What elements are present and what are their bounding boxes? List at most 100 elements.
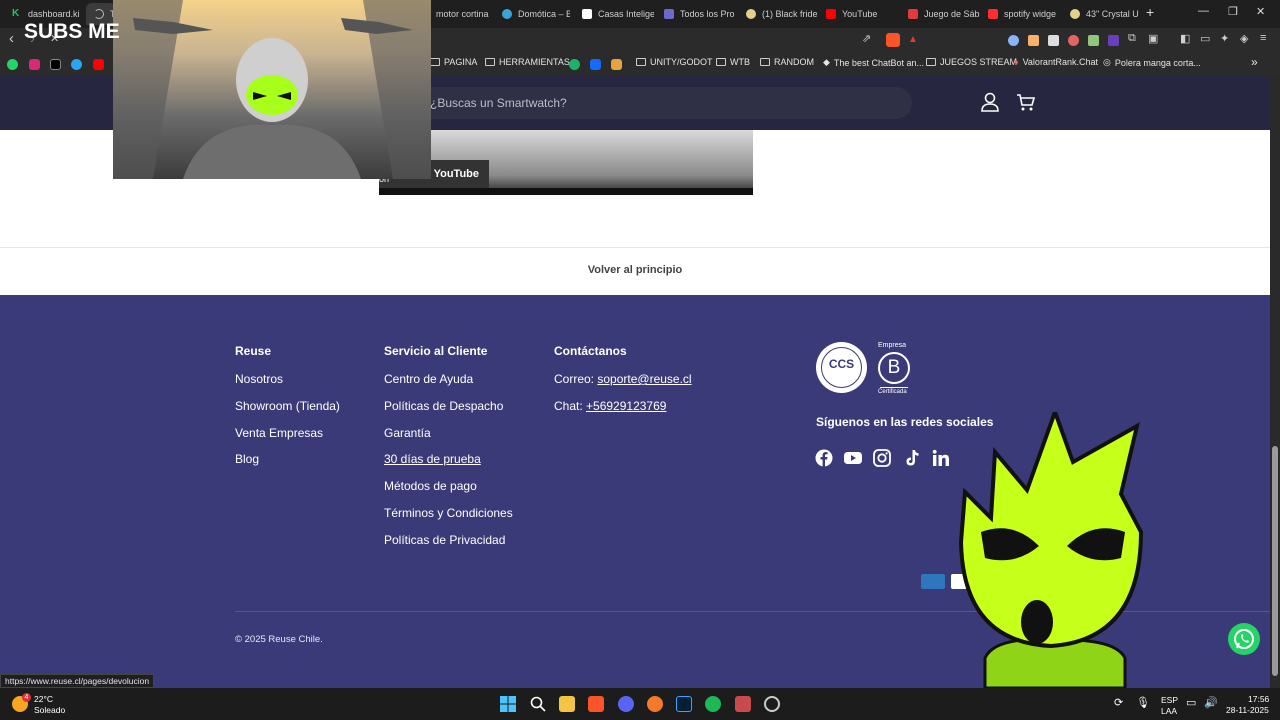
behance-icon[interactable] xyxy=(590,59,601,70)
youtube-label: YouTube xyxy=(433,168,479,180)
file-explorer-icon[interactable] xyxy=(559,696,575,712)
menu-icon[interactable]: ≡ xyxy=(1260,32,1266,44)
bookmark-herramientas[interactable]: HERRAMIENTAS xyxy=(485,57,570,67)
tab-domotica[interactable]: Domótica – B xyxy=(494,3,570,25)
whatsapp-icon[interactable] xyxy=(7,59,18,70)
tiktok-icon[interactable] xyxy=(903,449,923,469)
youtube-embed[interactable]: Watch on YouTube xyxy=(379,130,753,195)
search-placeholder: ¿Buscas un Smartwatch? xyxy=(430,96,567,110)
brave-shield-icon[interactable] xyxy=(886,33,900,47)
footer-col-reuse: Reuse Nosotros Showroom (Tienda) Venta E… xyxy=(235,344,340,478)
leo-ai-icon[interactable]: ✦ xyxy=(1220,32,1229,45)
weather-widget[interactable]: 4 22°C Soleado xyxy=(8,692,68,716)
obs-icon[interactable] xyxy=(764,696,780,712)
sidebar-icon[interactable]: ◧ xyxy=(1180,32,1190,45)
volume-icon[interactable]: 🔊 xyxy=(1204,696,1218,710)
footer-link-venta-empresas[interactable]: Venta Empresas xyxy=(235,425,340,452)
discord-icon[interactable] xyxy=(618,696,634,712)
extension-icon[interactable] xyxy=(1008,35,1019,46)
sync-icon[interactable]: ⟳ xyxy=(1114,696,1128,710)
page-scrollbar[interactable] xyxy=(1270,76,1280,688)
bookmark-juegos-stream[interactable]: JUEGOS STREAM xyxy=(926,57,1017,67)
chat-label: Chat: xyxy=(554,398,587,413)
bookmark-random[interactable]: RANDOM xyxy=(760,57,814,67)
footer-link-warranty[interactable]: Garantía xyxy=(384,425,513,452)
footer-link-help-center[interactable]: Centro de Ayuda xyxy=(384,371,513,398)
youtube-icon[interactable] xyxy=(93,59,104,70)
extension-icon[interactable] xyxy=(1068,35,1079,46)
reader-icon[interactable]: ▣ xyxy=(1148,32,1158,45)
bookmark-site-icon[interactable] xyxy=(569,59,580,70)
tab-motor-cortina[interactable]: motor cortina xyxy=(428,3,494,25)
instagram-icon[interactable] xyxy=(873,449,893,469)
tab-label: YouTube xyxy=(842,9,878,19)
bookmark-wtb[interactable]: WTB xyxy=(716,57,750,67)
more-bookmarks-button[interactable]: » xyxy=(1251,55,1258,69)
tab-black-friday[interactable]: (1) Black fride xyxy=(738,3,818,25)
account-icon[interactable] xyxy=(980,92,1000,117)
bookmark-chatbot[interactable]: ◆ The best ChatBot an... xyxy=(823,57,924,68)
spotify-icon[interactable] xyxy=(705,696,721,712)
clock-date[interactable]: 28-11-2025 xyxy=(1226,705,1269,715)
app-icon[interactable] xyxy=(735,696,751,712)
instagram-icon[interactable] xyxy=(29,59,40,70)
linkedin-icon[interactable] xyxy=(932,449,952,469)
bookmark-polera[interactable]: ◎ Polera manga corta... xyxy=(1103,57,1201,68)
tab-crystal[interactable]: 43" Crystal U xyxy=(1062,3,1142,25)
blender-icon[interactable] xyxy=(647,696,663,712)
youtube-icon[interactable] xyxy=(843,449,863,469)
search-icon[interactable] xyxy=(530,696,546,712)
clock-time[interactable]: 17:56 xyxy=(1248,694,1269,704)
footer-link-privacy[interactable]: Políticas de Privacidad xyxy=(384,532,513,559)
vpn-shield-icon[interactable]: ◈ xyxy=(1240,32,1248,45)
new-tab-button[interactable]: + xyxy=(1146,4,1154,20)
bookmark-pagina[interactable]: PAGINA xyxy=(430,57,477,67)
footer-link-showroom[interactable]: Showroom (Tienda) xyxy=(235,398,340,425)
x-icon[interactable] xyxy=(50,59,61,70)
footer-link-30-day-trial[interactable]: 30 días de prueba xyxy=(384,451,513,478)
whatsapp-chat-button[interactable] xyxy=(1228,623,1260,655)
cart-icon[interactable] xyxy=(1016,92,1036,117)
rewards-icon[interactable]: ▲ xyxy=(908,34,918,45)
tab-todos[interactable]: Todos los Pro xyxy=(656,3,736,25)
footer-link-terms[interactable]: Términos y Condiciones xyxy=(384,505,513,532)
photoshop-icon[interactable] xyxy=(676,696,692,712)
cloud-icon[interactable] xyxy=(71,59,82,70)
windows-start-icon[interactable] xyxy=(500,696,516,712)
tab-spotify-widget[interactable]: spotify widge xyxy=(980,3,1062,25)
language-bottom[interactable]: LAA xyxy=(1161,706,1177,716)
microphone-icon[interactable]: 🎙 xyxy=(1136,696,1150,710)
tab-youtube[interactable]: YouTube xyxy=(818,3,898,25)
brave-browser-icon[interactable] xyxy=(588,696,604,712)
facebook-icon[interactable] xyxy=(815,449,835,469)
extension-icon[interactable] xyxy=(1088,35,1099,46)
close-window-button[interactable]: ✕ xyxy=(1256,5,1265,18)
extensions-puzzle-icon[interactable]: ⧉ xyxy=(1128,32,1136,45)
footer-link-payment-methods[interactable]: Métodos de pago xyxy=(384,478,513,505)
extension-icon[interactable] xyxy=(1048,35,1059,46)
footer-link-nosotros[interactable]: Nosotros xyxy=(235,371,340,398)
footer-link-shipping[interactable]: Políticas de Despacho xyxy=(384,398,513,425)
bookmark-label: JUEGOS STREAM xyxy=(940,57,1018,67)
email-link[interactable]: soporte@reuse.cl xyxy=(597,372,691,386)
bookmark-unity-godot[interactable]: UNITY/GODOT xyxy=(636,57,713,67)
bookmark-valorantrank[interactable]: ♦ ValorantRank.Chat xyxy=(1014,57,1098,67)
minimize-button[interactable]: — xyxy=(1198,5,1209,17)
search-input[interactable]: ¿Buscas un Smartwatch? xyxy=(412,87,912,119)
footer-link-blog[interactable]: Blog xyxy=(235,451,340,478)
back-icon[interactable]: ‹ xyxy=(9,30,14,47)
scrollbar-thumb[interactable] xyxy=(1272,446,1278,676)
network-icon[interactable]: ▭ xyxy=(1186,696,1200,710)
bookmark-site-icon[interactable] xyxy=(611,59,622,70)
extension-icon[interactable] xyxy=(1028,35,1039,46)
back-to-top-link[interactable]: Volver al principio xyxy=(0,264,1270,276)
language-top[interactable]: ESP xyxy=(1161,695,1178,705)
maximize-button[interactable]: ❐ xyxy=(1228,5,1238,18)
share-icon[interactable]: ⇗ xyxy=(862,32,871,45)
tab-casas[interactable]: Casas Intelige xyxy=(574,3,654,25)
bookmark-label: PAGINA xyxy=(444,57,478,67)
wallet-icon[interactable]: ▭ xyxy=(1200,32,1210,45)
chat-phone-link[interactable]: +56929123769 xyxy=(586,399,666,413)
extension-icon[interactable] xyxy=(1108,35,1119,46)
tab-juego[interactable]: Juego de Sáb xyxy=(900,3,980,25)
